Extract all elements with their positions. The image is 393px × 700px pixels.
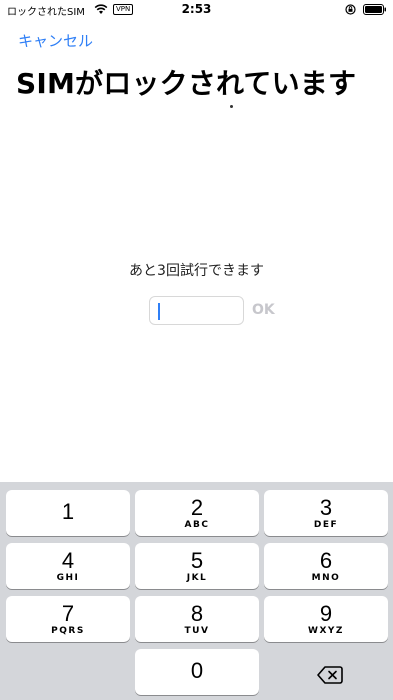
page-title: SIMがロックされています [16, 67, 357, 100]
key-digit: 9 [319, 601, 333, 626]
key-0[interactable]: 0 [135, 649, 259, 695]
key-digit: 8 [190, 601, 204, 626]
key-letters: GHI [56, 573, 80, 583]
key-digit: 5 [190, 548, 204, 573]
key-digit: 1 [61, 499, 75, 524]
orientation-lock-icon [345, 4, 356, 15]
key-9[interactable]: 9 WXYZ [264, 596, 388, 642]
ok-button[interactable]: OK [252, 302, 275, 318]
key-3[interactable]: 3 DEF [264, 490, 388, 536]
key-4[interactable]: 4 GHI [6, 543, 130, 589]
clock: 2:53 [181, 2, 212, 16]
key-letters: PQRS [51, 626, 85, 636]
backspace-icon[interactable] [317, 665, 343, 685]
text-cursor [158, 303, 160, 320]
sim-pin-input[interactable] [149, 296, 244, 325]
key-1[interactable]: 1 [6, 490, 130, 536]
key-digit: 4 [61, 548, 75, 573]
key-letters: ABC [184, 520, 210, 530]
key-7[interactable]: 7 PQRS [6, 596, 130, 642]
cancel-button[interactable]: キャンセル [18, 30, 93, 51]
key-letters: MNO [311, 573, 341, 583]
key-digit: 6 [319, 548, 333, 573]
key-letters: DEF [313, 520, 339, 530]
key-digit: 3 [319, 495, 333, 520]
battery-icon [363, 4, 386, 15]
status-bar: ロックされたSIM VPN 2:53 [0, 0, 393, 22]
key-6[interactable]: 6 MNO [264, 543, 388, 589]
key-letters: JKL [186, 573, 208, 583]
numeric-keypad: 1 2 ABC 3 DEF 4 GHI 5 JKL 6 MNO 7 PQRS 8… [0, 482, 393, 700]
key-8[interactable]: 8 TUV [135, 596, 259, 642]
activity-dot [230, 105, 233, 108]
key-2[interactable]: 2 ABC [135, 490, 259, 536]
key-letters: WXYZ [308, 626, 344, 636]
key-digit: 0 [190, 658, 204, 683]
key-digit: 2 [190, 495, 204, 520]
key-digit: 7 [61, 601, 75, 626]
key-letters: TUV [184, 626, 210, 636]
attempts-remaining-text: あと3回試行できます [129, 263, 264, 279]
key-5[interactable]: 5 JKL [135, 543, 259, 589]
